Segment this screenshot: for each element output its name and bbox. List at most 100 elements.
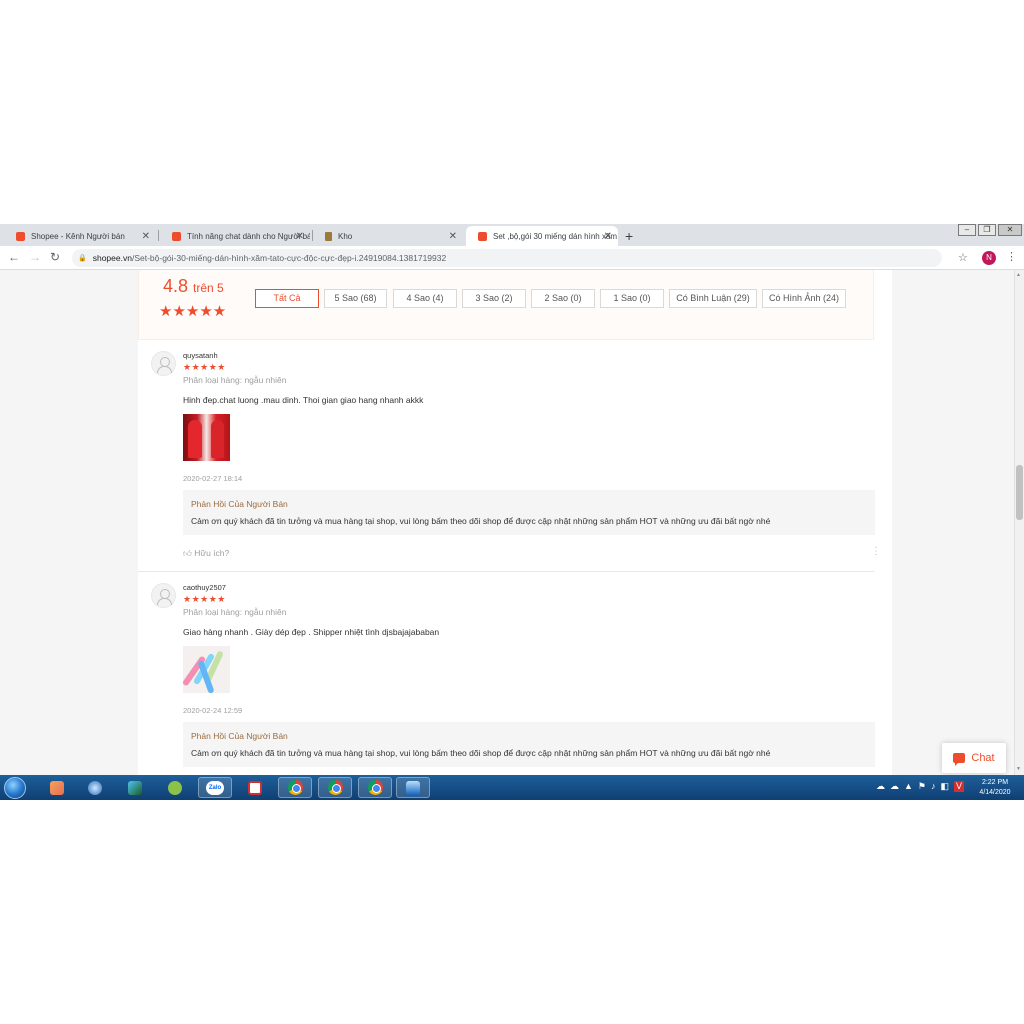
taskbar-app-paint[interactable] [40,777,74,798]
review-date: 2020-02-27 18:14 [183,474,243,483]
shopee-icon [172,231,181,241]
close-icon[interactable]: ✕ [604,231,612,242]
rating-overview: 4.8 trên 5 ★★★★★ Tất Cả 5 Sao (68) 4 Sao… [138,270,874,340]
chrome-icon [287,780,303,795]
tray-arrow-icon[interactable]: ▲ [904,781,913,792]
taskbar-app-ie[interactable] [78,777,112,798]
taskbar-app-chrome-3[interactable] [358,777,392,798]
filter-with-comments[interactable]: Có Bình Luận (29) [669,289,757,308]
review-stars: ★★★★★ [183,594,226,604]
chat-icon [953,753,966,766]
tab-chat-feature[interactable]: Tính năng chat dành cho Người bán ✕ [160,226,310,246]
restore-icon[interactable]: ❐ [978,224,996,236]
lock-icon: 🔒 [78,255,87,262]
page-content: 4.8 trên 5 ★★★★★ Tất Cả 5 Sao (68) 4 Sao… [0,270,1024,775]
thumbs-up-icon: 👍︎ [183,548,195,558]
kho-icon [325,231,332,241]
chrome-icon [327,780,343,795]
taskbar-clock[interactable]: 2:22 PM 4/14/2020 [970,778,1020,798]
filter-5-star[interactable]: 5 Sao (68) [324,289,387,308]
explorer-icon [406,780,420,795]
review-comment: Hinh đep.chat luong .mau dinh. Thoi gian… [183,395,424,405]
review-variant: Phân loại hàng: ngẫu nhiên [183,375,287,385]
close-icon[interactable]: ✕ [142,231,150,242]
taskbar-app-chrome-1[interactable] [278,777,312,798]
chat-button[interactable]: Chat [942,743,1006,773]
taskbar-app-chrome-2[interactable] [318,777,352,798]
seller-reply-text: Cảm ơn quý khách đã tin tưởng và mua hàn… [191,748,771,758]
review-variant: Phân loại hàng: ngẫu nhiên [183,607,287,617]
profile-avatar[interactable]: N [982,251,996,265]
tray-flag-icon[interactable]: ◧ [941,781,950,792]
photo-figure [211,420,224,458]
filter-1-star[interactable]: 1 Sao (0) [600,289,664,308]
filter-3-star[interactable]: 3 Sao (2) [462,289,526,308]
scroll-down-icon[interactable]: ▼ [1016,766,1021,772]
new-tab-icon[interactable]: + [625,228,633,244]
shopee-icon [16,231,25,241]
seller-reply-text: Cảm ơn quý khách đã tin tưởng và mua hàn… [191,516,771,526]
tray-vietkey-icon[interactable]: V [954,781,965,792]
taskbar-app-editor[interactable] [118,777,152,798]
review-comment: Giao hàng nhanh . Giày dép đẹp . Shipper… [183,627,440,637]
photo-figure [188,420,202,458]
more-options-icon[interactable]: ⋮ [871,546,881,557]
taskbar-app-coccoc[interactable] [158,777,192,798]
bookmark-star-icon[interactable]: ☆ [958,251,968,264]
review-photo[interactable] [183,414,230,461]
paint-icon [50,780,64,795]
window-controls: – ❐ ✕ [958,224,1022,236]
review-item: caothuy2507 ★★★★★ Phân loại hàng: ngẫu n… [138,572,875,775]
seller-reply-title: Phản Hồi Của Người Bán [191,731,288,741]
avatar[interactable] [151,583,176,608]
coccoc-icon [168,780,182,795]
system-tray: ☁ ☁ ▲ ⚑ ♪ ◧ V [876,781,965,792]
review-item: quysatanh ★★★★★ Phân loại hàng: ngẫu nhi… [138,340,881,572]
review-photo[interactable] [183,646,230,693]
close-icon[interactable]: ✕ [296,231,304,242]
window-close-icon[interactable]: ✕ [998,224,1022,236]
filter-all[interactable]: Tất Cả [255,289,319,308]
tray-volume-icon[interactable]: ♪ [931,781,936,792]
tab-product-active[interactable]: Set ,bộ,gói 30 miếng dán hình xăm ✕ [466,226,618,246]
ie-icon [88,780,102,795]
review-username[interactable]: caothuy2507 [183,583,226,592]
scroll-thumb[interactable] [1016,465,1023,520]
browser-toolbar: ← → ↻ 🔒 shopee.vn/Set-bộ-gói-30-miếng-dá… [0,246,1024,270]
reload-icon[interactable]: ↻ [50,250,60,264]
filter-with-images[interactable]: Có Hình Ảnh (24) [762,289,846,308]
screenshot: Shopee - Kênh Người bán ✕ Tính năng chat… [0,224,1024,800]
taskbar-app-zalo[interactable]: Zalo [198,777,232,798]
scroll-up-icon[interactable]: ▲ [1016,272,1021,278]
review-date: 2020-02-24 12:59 [183,706,243,715]
tray-network-icon[interactable]: ⚑ [918,781,926,792]
taskbar-app-unikey[interactable] [238,777,272,798]
tray-cloud-icon[interactable]: ☁ [890,781,899,792]
helpful-button[interactable]: 👍︎ Hữu ích? [183,548,229,559]
seller-reply-title: Phản Hồi Của Người Bán [191,499,288,509]
filter-2-star[interactable]: 2 Sao (0) [531,289,595,308]
product-ratings-card: 4.8 trên 5 ★★★★★ Tất Cả 5 Sao (68) 4 Sao… [138,270,892,775]
review-username[interactable]: quysatanh [183,351,218,360]
forward-arrow-icon[interactable]: → [29,250,41,264]
unikey-icon [248,780,262,795]
browser-menu-icon[interactable]: ⋮ [1006,250,1017,263]
review-stars: ★★★★★ [183,362,226,372]
taskbar-app-explorer[interactable] [396,777,430,798]
back-arrow-icon[interactable]: ← [8,250,20,264]
start-button[interactable] [4,777,26,799]
avatar[interactable] [151,351,176,376]
address-bar[interactable]: 🔒 shopee.vn/Set-bộ-gói-30-miếng-dán-hình… [72,249,942,267]
minimize-icon[interactable]: – [958,224,976,236]
chrome-icon [367,780,383,795]
browser-tabstrip: Shopee - Kênh Người bán ✕ Tính năng chat… [0,224,1024,246]
filter-4-star[interactable]: 4 Sao (4) [393,289,457,308]
editor-icon [128,780,142,795]
close-icon[interactable]: ✕ [449,231,457,242]
windows-taskbar: Zalo ☁ ☁ ▲ ⚑ ♪ ◧ V 2:22 PM 4/14/2020 [0,775,1024,800]
tray-chat-icon[interactable]: ☁ [876,781,885,792]
tab-shopee-seller[interactable]: Shopee - Kênh Người bán ✕ [4,226,156,246]
tab-kho[interactable]: Kho ✕ [313,226,463,246]
seller-reply: Phản Hồi Của Người Bán Cảm ơn quý khách … [183,490,875,535]
page-scrollbar[interactable]: ▲ ▼ [1014,270,1024,775]
